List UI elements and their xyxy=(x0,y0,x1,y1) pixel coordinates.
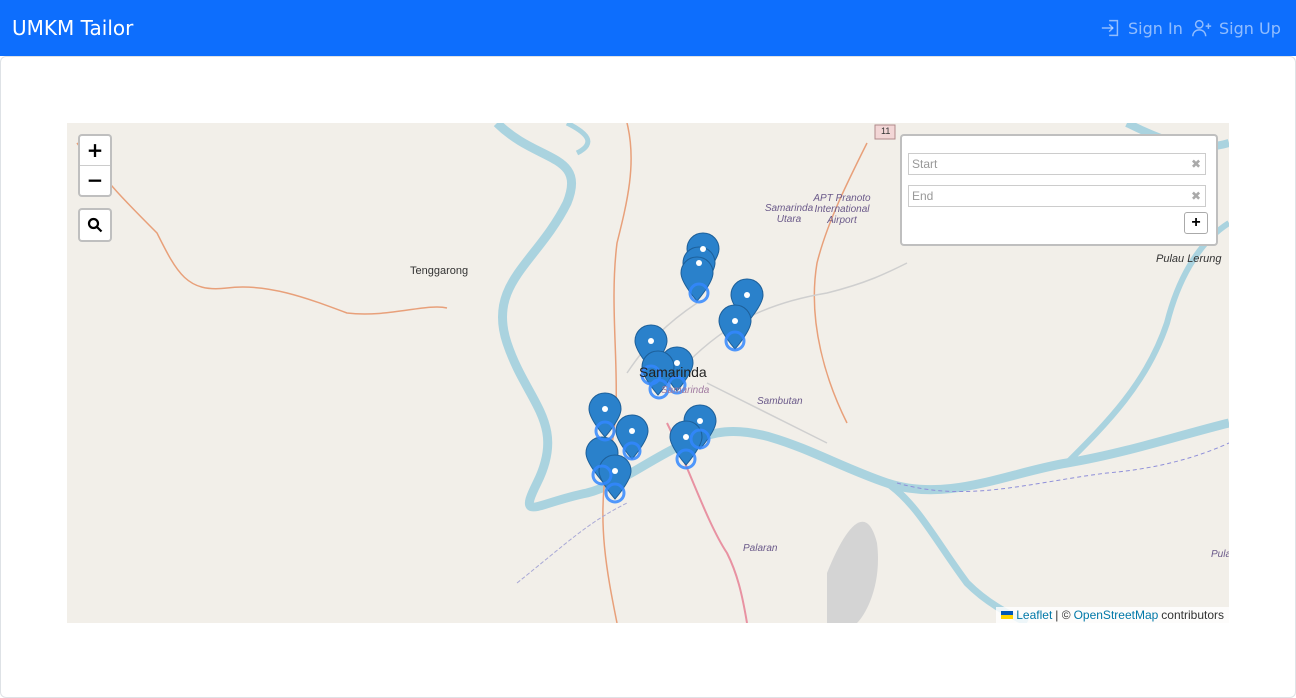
map-attribution: Leaflet | © OpenStreetMap contributors xyxy=(996,607,1229,623)
attribution-sep: | © xyxy=(1055,608,1071,622)
start-clear-icon[interactable]: ✖ xyxy=(1191,154,1201,174)
label-pula: Pula xyxy=(1211,549,1229,560)
sign-in-label: Sign In xyxy=(1128,18,1183,38)
map-container[interactable]: Tenggarong Samarinda Samarinda Samarinda… xyxy=(67,123,1229,623)
start-input[interactable]: Start ✖ xyxy=(908,153,1206,175)
zoom-control: + − xyxy=(78,134,112,197)
label-tenggarong: Tenggarong xyxy=(410,265,469,277)
label-sambutan: Sambutan xyxy=(757,396,803,407)
end-placeholder: End xyxy=(912,189,934,203)
start-placeholder: Start xyxy=(912,157,938,171)
label-airport: APT Pranoto International Airport xyxy=(813,193,871,226)
brand-title[interactable]: UMKM Tailor xyxy=(12,16,133,40)
add-waypoint-button[interactable]: + xyxy=(1184,212,1208,234)
person-plus-icon xyxy=(1192,19,1212,37)
sign-up-label: Sign Up xyxy=(1219,18,1281,38)
ukraine-flag-icon xyxy=(1001,611,1014,619)
search-icon xyxy=(87,217,103,233)
box-arrow-in-right-icon xyxy=(1101,19,1119,37)
sign-in-link[interactable]: Sign In xyxy=(1100,16,1183,40)
label-samarinda-small: Samarinda xyxy=(661,385,710,396)
end-input[interactable]: End ✖ xyxy=(908,185,1206,207)
routing-panel: Start ✖ End ✖ + xyxy=(900,134,1218,246)
leaflet-link[interactable]: Leaflet xyxy=(1016,607,1052,623)
navbar: UMKM Tailor Sign In Sign Up xyxy=(0,0,1296,56)
attribution-suffix: contributors xyxy=(1161,608,1224,622)
label-palaran: Palaran xyxy=(743,543,778,554)
osm-link[interactable]: OpenStreetMap xyxy=(1074,607,1159,623)
zoom-out-button[interactable]: − xyxy=(80,165,110,195)
end-clear-icon[interactable]: ✖ xyxy=(1191,186,1201,206)
map-search-button[interactable] xyxy=(78,208,112,242)
label-samarinda: Samarinda xyxy=(639,364,707,380)
zoom-in-button[interactable]: + xyxy=(80,136,110,165)
label-pulau-lerung: Pulau Lerung xyxy=(1156,253,1222,265)
label-road-11: 11 xyxy=(881,126,891,136)
sign-up-link[interactable]: Sign Up xyxy=(1191,16,1281,40)
